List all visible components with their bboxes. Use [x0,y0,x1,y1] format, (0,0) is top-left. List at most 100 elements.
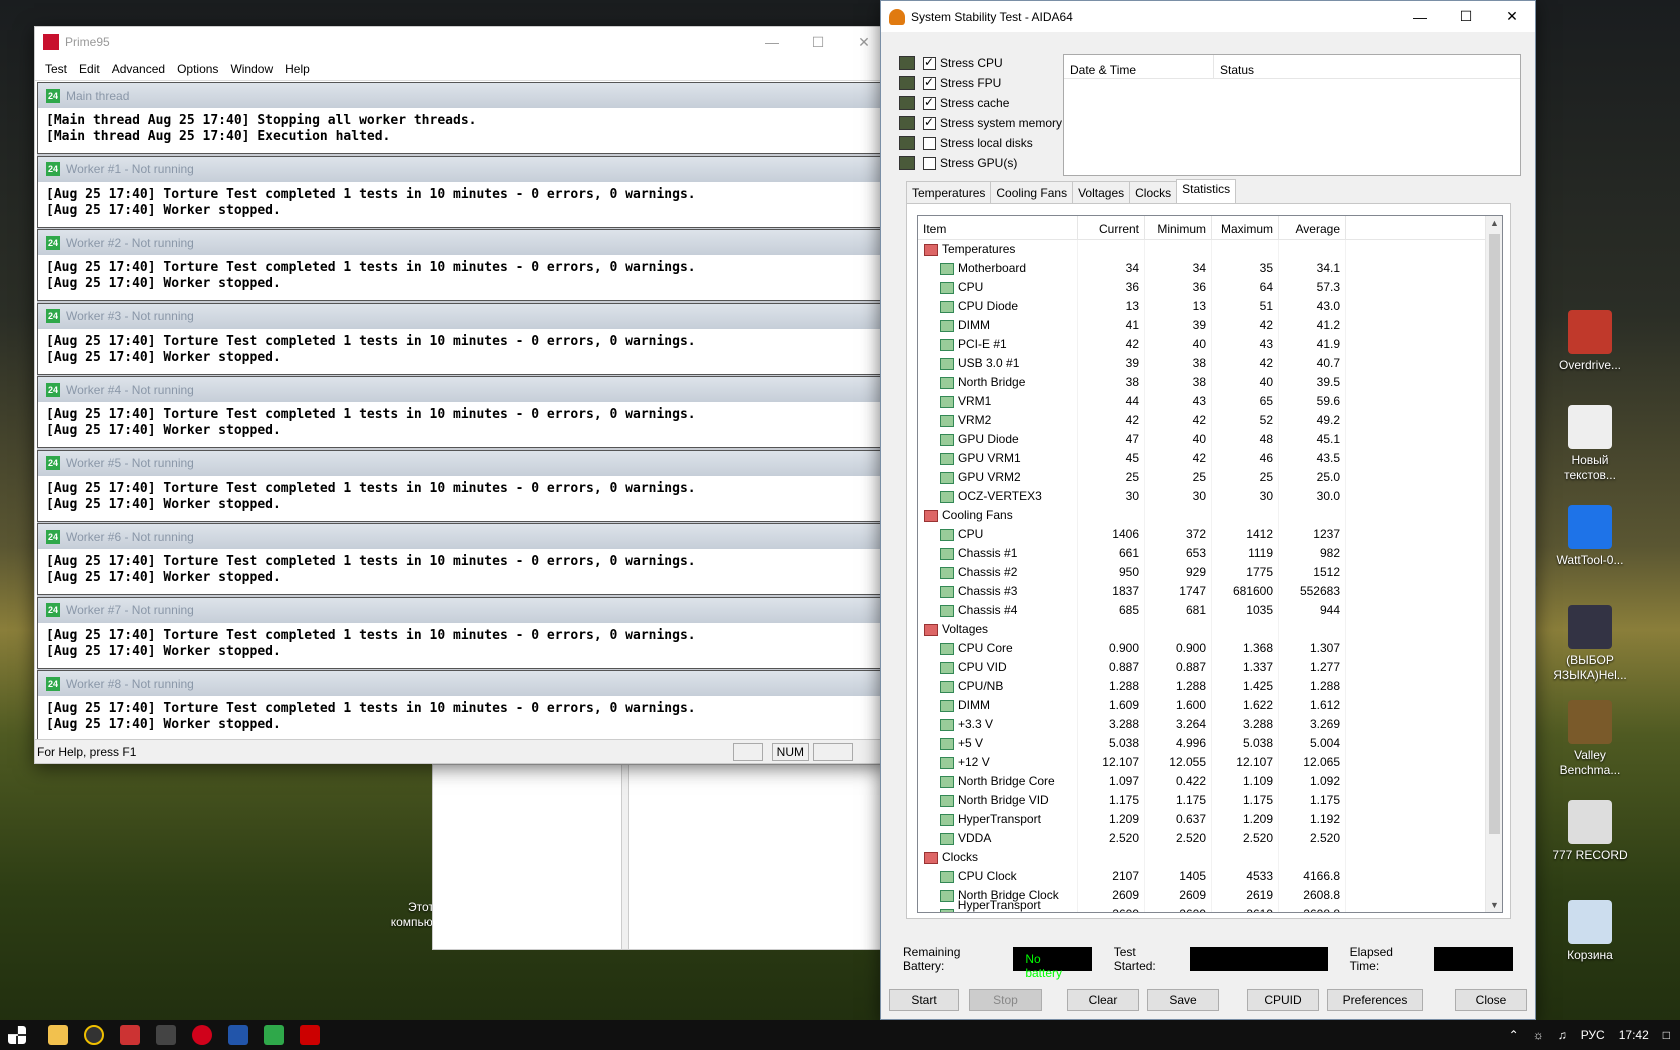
menu-advanced[interactable]: Advanced [106,62,171,76]
vertical-scrollbar[interactable]: ▲ ▼ [1485,216,1502,912]
table-row[interactable]: Motherboard 34 34 35 34.1 [918,259,1502,278]
table-row[interactable]: +12 V 12.107 12.055 12.107 12.065 [918,753,1502,772]
worker-pane[interactable]: 24 Worker #3 - Not running [Aug 25 17:40] … [37,302,887,375]
maximize-icon[interactable]: ☐ [1443,2,1489,32]
table-row[interactable]: HyperTransport 1.209 0.637 1.209 1.192 [918,810,1502,829]
table-row[interactable]: Chassis #3 1837 1747 681600 552683 [918,582,1502,601]
worker-pane[interactable]: 24 Worker #1 - Not running [Aug 25 17:40] … [37,155,887,228]
tab-clocks[interactable]: Clocks [1129,181,1178,204]
desktop-icon[interactable]: Overdrive... [1547,310,1633,373]
app-icon[interactable] [156,1025,176,1045]
stress-label[interactable]: Stress system memory [940,116,1062,130]
stress-checkbox[interactable] [923,156,936,170]
column-header[interactable]: Maximum [1212,216,1279,239]
table-row[interactable]: GPU VRM1 45 42 46 43.5 [918,449,1502,468]
app-icon[interactable] [84,1025,104,1045]
table-row[interactable]: North Bridge 38 38 40 39.5 [918,373,1502,392]
desktop-icon[interactable]: Valley Benchma... [1547,700,1633,778]
clock[interactable]: 17:42 [1619,1028,1649,1042]
desktop-icon[interactable]: WattTool-0... [1547,505,1633,568]
stress-label[interactable]: Stress GPU(s) [940,156,1017,170]
table-row[interactable]: HyperTransport Clock2609260926192608.8 [918,898,1502,912]
table-row[interactable]: CPU/NB 1.288 1.288 1.425 1.288 [918,677,1502,696]
log-header-status[interactable]: Status [1214,55,1520,78]
worker-pane[interactable]: 24 Worker #7 - Not running [Aug 25 17:40] … [37,596,887,669]
column-header[interactable]: Average [1279,216,1346,239]
pane-header[interactable]: 24 Worker #4 - Not running [38,377,886,403]
table-row[interactable]: VRM2 42 42 52 49.2 [918,411,1502,430]
pane-header[interactable]: 24 Main thread [38,83,886,109]
maximize-icon[interactable]: ☐ [795,27,841,57]
column-header[interactable]: Item [918,216,1078,239]
table-row[interactable]: GPU Diode 47 40 48 45.1 [918,430,1502,449]
aida-titlebar[interactable]: System Stability Test - AIDA64 — ☐ ✕ [881,1,1535,32]
app-icon[interactable] [120,1025,140,1045]
minimize-icon[interactable]: — [749,27,795,57]
stress-checkbox[interactable] [923,115,936,130]
menu-help[interactable]: Help [279,62,316,76]
tab-voltages[interactable]: Voltages [1072,181,1131,204]
worker-pane[interactable]: 24 Worker #6 - Not running [Aug 25 17:40] … [37,523,887,595]
worker-pane[interactable]: 24 Worker #2 - Not running [Aug 25 17:40] … [37,229,887,301]
table-row[interactable]: North Bridge VID 1.175 1.175 1.175 1.175 [918,791,1502,810]
table-row[interactable]: +3.3 V 3.288 3.264 3.288 3.269 [918,715,1502,734]
explorer-icon[interactable] [48,1025,68,1045]
start-button[interactable]: Start [889,989,959,1011]
chevron-up-icon[interactable]: ⌃ [1509,1028,1519,1042]
menu-window[interactable]: Window [224,62,279,76]
table-row[interactable]: Chassis #2 950 929 1775 1512 [918,563,1502,582]
desktop-icon[interactable]: Новый текстов... [1547,405,1633,483]
desktop-icon[interactable]: 777 RECORD [1547,800,1633,863]
tab-statistics[interactable]: Statistics [1176,179,1237,204]
group-row[interactable]: Voltages [918,620,1502,639]
table-row[interactable]: North Bridge Core 1.097 0.422 1.109 1.092 [918,772,1502,791]
table-row[interactable]: CPU Clock 2107 1405 4533 4166.8 [918,867,1502,886]
menu-edit[interactable]: Edit [73,62,106,76]
pane-header[interactable]: 24 Worker #5 - Not running [38,450,886,477]
cpuid-button[interactable]: CPUID [1247,989,1319,1011]
stress-label[interactable]: Stress FPU [940,76,1001,90]
language-indicator[interactable]: РУС [1581,1028,1605,1042]
table-row[interactable]: Chassis #1 661 653 1119 982 [918,544,1502,563]
column-header[interactable]: Current [1078,216,1145,239]
tab-cooling-fans[interactable]: Cooling Fans [990,181,1074,204]
group-row[interactable]: Clocks [918,848,1502,867]
group-row[interactable]: Cooling Fans [918,506,1502,525]
network-icon[interactable]: ☼ [1533,1028,1544,1042]
table-row[interactable]: CPU VID 0.887 0.887 1.337 1.277 [918,658,1502,677]
stop-button[interactable]: Stop [969,989,1042,1011]
save-button[interactable]: Save [1147,989,1219,1011]
stress-label[interactable]: Stress cache [940,96,1009,110]
stress-label[interactable]: Stress local disks [940,136,1033,150]
app-icon[interactable] [228,1025,248,1045]
aida64-taskbar-icon[interactable] [300,1025,320,1045]
main-thread-pane[interactable]: 24 Main thread [Main thread Aug 25 17:40] … [37,82,887,154]
menu-test[interactable]: Test [39,62,73,76]
table-row[interactable]: +5 V 5.038 4.996 5.038 5.004 [918,734,1502,753]
table-row[interactable]: CPU 1406 372 1412 1237 [918,525,1502,544]
worker-pane[interactable]: 24 Worker #5 - Not running [Aug 25 17:40] … [37,449,887,522]
desktop-icon[interactable]: Корзина [1547,900,1633,963]
notification-icon[interactable]: □ [1663,1028,1670,1042]
log-header-datetime[interactable]: Date & Time [1064,55,1214,78]
table-row[interactable]: CPU 36 36 64 57.3 [918,278,1502,297]
stress-checkbox[interactable] [923,55,936,70]
prime95-taskbar-icon[interactable] [264,1025,284,1045]
prime95-titlebar[interactable]: Prime95 — ☐ ✕ [35,27,887,57]
minimize-icon[interactable]: — [1397,2,1443,32]
table-row[interactable]: CPU Core 0.900 0.900 1.368 1.307 [918,639,1502,658]
table-row[interactable]: VDDA 2.520 2.520 2.520 2.520 [918,829,1502,848]
group-row[interactable]: Temperatures [918,240,1502,259]
column-header[interactable]: Minimum [1145,216,1212,239]
pane-header[interactable]: 24 Worker #1 - Not running [38,156,886,183]
table-row[interactable]: DIMM 41 39 42 41.2 [918,316,1502,335]
desktop-icon[interactable]: (ВЫБОР ЯЗЫКА)Hel... [1547,605,1633,683]
pane-header[interactable]: 24 Worker #6 - Not running [38,524,886,550]
scroll-down-icon[interactable]: ▼ [1486,900,1502,910]
worker-pane[interactable]: 24 Worker #4 - Not running [Aug 25 17:40] … [37,376,887,448]
table-row[interactable]: CPU Diode 13 13 51 43.0 [918,297,1502,316]
stress-checkbox[interactable] [923,75,936,90]
table-row[interactable]: DIMM 1.609 1.600 1.622 1.612 [918,696,1502,715]
close-button[interactable]: Close [1455,989,1527,1011]
table-row[interactable]: PCI-E #1 42 40 43 41.9 [918,335,1502,354]
